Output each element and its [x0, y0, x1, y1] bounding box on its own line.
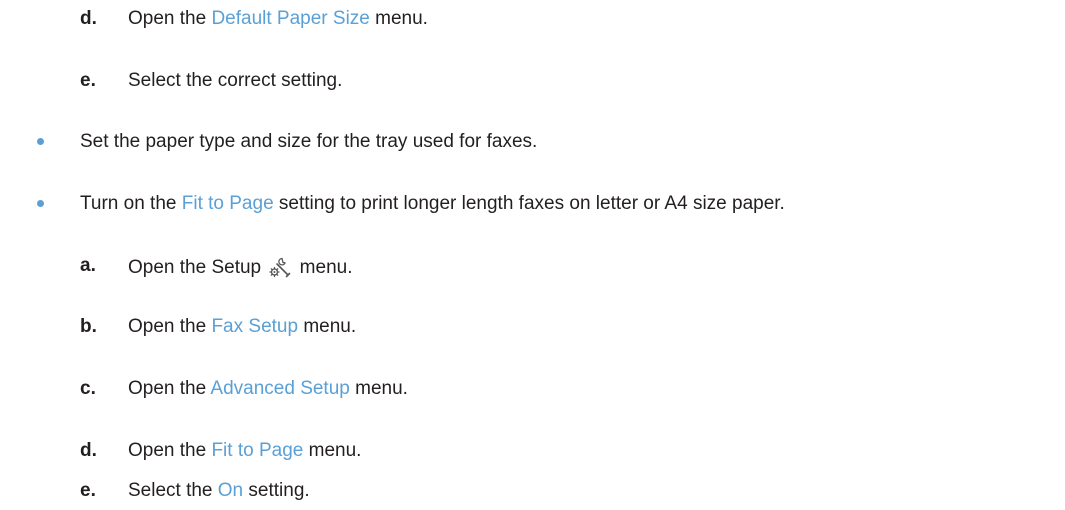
- step-text: menu.: [303, 440, 362, 461]
- bullet-dot: [37, 138, 44, 145]
- step-text-open-advanced-setup: Open the Advanced Setup menu.: [128, 378, 408, 400]
- step-text: Open the: [128, 316, 212, 337]
- menu-link-default-paper-size[interactable]: Default Paper Size: [211, 8, 369, 29]
- step-marker-a: a.: [80, 255, 96, 276]
- step-text-select-on-setting: Select the On setting.: [128, 480, 310, 502]
- bullet-text: setting to print longer length faxes on …: [273, 193, 785, 214]
- step-text: menu.: [349, 378, 408, 399]
- step-marker-b: b.: [80, 316, 97, 337]
- menu-link-advanced-setup[interactable]: Advanced Setup: [210, 378, 349, 399]
- step-text-select-correct-setting: Select the correct setting.: [128, 70, 343, 91]
- step-text-open-fit-to-page: Open the Fit to Page menu.: [128, 440, 361, 462]
- menu-link-fax-setup[interactable]: Fax Setup: [211, 316, 298, 337]
- step-marker-e: e.: [80, 480, 96, 501]
- step-text: Open the: [128, 8, 212, 29]
- step-text: menu.: [298, 316, 357, 337]
- bullet-text-set-paper-type: Set the paper type and size for the tray…: [80, 131, 538, 152]
- step-marker-c: c.: [80, 378, 96, 399]
- step-text-open-default-paper-size: Open the Default Paper Size menu.: [128, 8, 428, 30]
- step-text: Open the: [128, 378, 211, 399]
- step-text-open-setup: Open the Setup menu.: [128, 255, 352, 279]
- setting-link-fit-to-page[interactable]: Fit to Page: [182, 193, 274, 214]
- step-text: Select the: [128, 480, 218, 501]
- step-text-open-fax-setup: Open the Fax Setup menu.: [128, 316, 356, 338]
- step-text: Open the Setup: [128, 257, 267, 278]
- step-text: menu.: [369, 8, 428, 29]
- bullet-text: Turn on the: [80, 193, 182, 214]
- step-marker-e: e.: [80, 70, 96, 91]
- setup-wrench-gear-icon: [268, 255, 292, 279]
- step-text: Open the: [128, 440, 212, 461]
- step-marker-d: d.: [80, 440, 97, 461]
- step-text: menu.: [294, 257, 353, 278]
- bullet-dot: [37, 200, 44, 207]
- step-marker-d: d.: [80, 8, 97, 29]
- setting-link-on[interactable]: On: [218, 480, 243, 501]
- bullet-text-fit-to-page: Turn on the Fit to Page setting to print…: [80, 193, 785, 215]
- step-text: setting.: [243, 480, 310, 501]
- menu-link-fit-to-page[interactable]: Fit to Page: [211, 440, 303, 461]
